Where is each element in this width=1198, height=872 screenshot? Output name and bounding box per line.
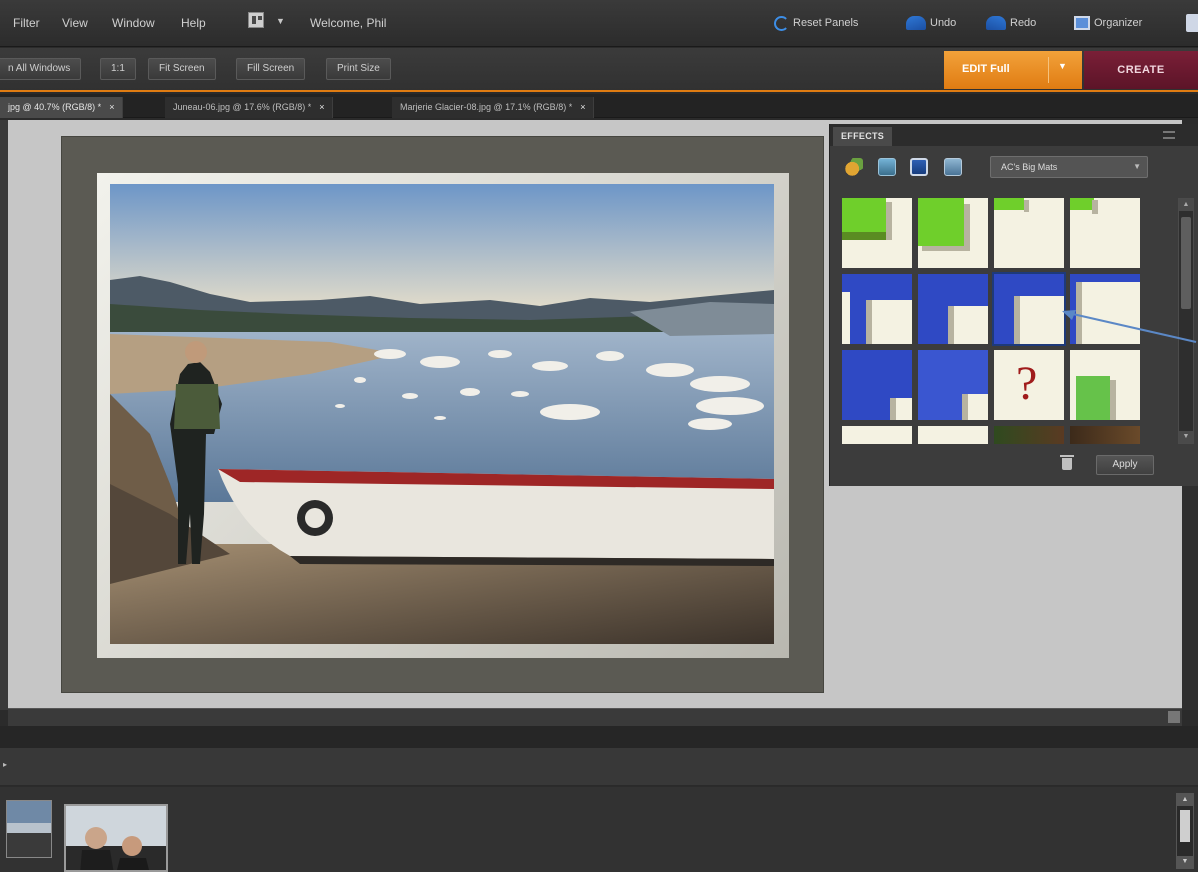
- menu-help[interactable]: Help: [181, 16, 206, 30]
- frames-icon[interactable]: [944, 158, 962, 176]
- menu-bar: Filter View Window Help ▼ Welcome, Phil …: [0, 0, 1198, 47]
- document-photo[interactable]: [110, 184, 774, 644]
- effect-thumbnail[interactable]: [1070, 426, 1140, 444]
- effect-thumbnail[interactable]: [842, 426, 912, 444]
- redo-icon: [986, 16, 1006, 30]
- effect-thumbnail[interactable]: [1070, 350, 1140, 420]
- tools-panel-edge: [0, 120, 8, 710]
- project-bin-header: ▸: [0, 748, 1198, 786]
- home-icon[interactable]: [1186, 14, 1198, 32]
- undo-label: Undo: [930, 17, 957, 29]
- chevron-down-icon: ▼: [1133, 162, 1141, 171]
- welcome-text: Welcome, Phil: [310, 16, 387, 30]
- undo-icon: [906, 16, 926, 30]
- photo-image: [110, 184, 774, 644]
- effect-thumbnail[interactable]: [842, 198, 912, 268]
- trash-icon[interactable]: [1060, 455, 1074, 470]
- scrollbar-thumb[interactable]: [1168, 711, 1180, 723]
- effect-thumbnail-unknown[interactable]: ?: [994, 350, 1064, 420]
- document-tabs: jpg @ 40.7% (RGB/8) * × Juneau-06.jpg @ 1…: [0, 94, 1198, 118]
- reset-panels-button[interactable]: Reset Panels: [774, 13, 858, 33]
- panel-menu-icon[interactable]: [1163, 131, 1175, 139]
- edit-full-label: EDIT Full: [962, 63, 1010, 75]
- bin-thumbnail[interactable]: [64, 804, 168, 872]
- effect-thumbnail[interactable]: [918, 426, 988, 444]
- effects-tab[interactable]: EFFECTS: [833, 127, 893, 146]
- fit-screen-button[interactable]: Fit Screen: [148, 58, 216, 80]
- effect-thumbnail[interactable]: [1070, 198, 1140, 268]
- scrollbar-thumb[interactable]: [1180, 810, 1190, 842]
- annotation-arrow: [1062, 310, 1197, 343]
- create-tab[interactable]: CREATE: [1084, 51, 1198, 89]
- undo-button[interactable]: Undo: [906, 13, 956, 33]
- effects-toolbar: AC's Big Mats ▼: [830, 150, 1198, 186]
- zoom-all-windows-button[interactable]: n All Windows: [0, 58, 82, 80]
- effect-thumbnail[interactable]: [994, 426, 1064, 444]
- status-bar: [0, 726, 1198, 748]
- menu-window[interactable]: Window: [112, 16, 155, 30]
- fill-screen-button[interactable]: Fill Screen: [236, 58, 306, 80]
- organizer-button[interactable]: Organizer: [1074, 13, 1142, 33]
- doc-tab-label: jpg @ 40.7% (RGB/8) *: [8, 102, 102, 112]
- effects-category-value: AC's Big Mats: [1001, 162, 1058, 172]
- redo-button[interactable]: Redo: [986, 13, 1036, 33]
- redo-label: Redo: [1010, 17, 1037, 29]
- menu-view[interactable]: View: [62, 16, 88, 30]
- chevron-right-icon[interactable]: ▸: [3, 760, 7, 769]
- panel-layout-icon[interactable]: [248, 12, 264, 28]
- effects-category-dropdown[interactable]: AC's Big Mats ▼: [990, 156, 1148, 178]
- chevron-down-icon[interactable]: ▼: [276, 16, 285, 26]
- doc-tab[interactable]: Juneau-06.jpg @ 17.6% (RGB/8) * ×: [165, 97, 334, 118]
- effect-thumbnail[interactable]: [918, 198, 988, 268]
- actual-pixels-button[interactable]: 1:1: [100, 58, 136, 80]
- scroll-down-icon[interactable]: ▼: [1177, 856, 1193, 868]
- effect-thumbnail[interactable]: [918, 274, 988, 344]
- scroll-up-icon[interactable]: ▲: [1177, 794, 1193, 806]
- scroll-down-icon[interactable]: ▼: [1179, 431, 1193, 443]
- divider: [1048, 57, 1049, 83]
- close-icon[interactable]: ×: [580, 102, 585, 112]
- filters-icon[interactable]: [845, 158, 863, 176]
- effect-thumbnail[interactable]: [918, 350, 988, 420]
- organizer-icon: [1074, 16, 1090, 30]
- bin-thumbnail[interactable]: [6, 800, 52, 858]
- doc-tab[interactable]: Marjerie Glacier-08.jpg @ 17.1% (RGB/8) …: [392, 97, 595, 118]
- effect-thumbnail[interactable]: [994, 198, 1064, 268]
- effect-thumbnail[interactable]: [842, 274, 912, 344]
- doc-tab-label: Juneau-06.jpg @ 17.6% (RGB/8) *: [173, 102, 312, 112]
- apply-button[interactable]: Apply: [1096, 455, 1154, 475]
- close-icon[interactable]: ×: [109, 102, 114, 112]
- edit-full-button[interactable]: EDIT Full ▼: [944, 51, 1082, 89]
- close-icon[interactable]: ×: [319, 102, 324, 112]
- scroll-up-icon[interactable]: ▲: [1179, 199, 1193, 211]
- question-mark-label: ?: [1016, 357, 1038, 410]
- effect-thumbnail[interactable]: [842, 350, 912, 420]
- menu-filter[interactable]: Filter: [13, 16, 40, 30]
- layer-styles-icon[interactable]: [878, 158, 896, 176]
- photo-effects-icon[interactable]: [910, 158, 928, 176]
- chevron-down-icon[interactable]: ▼: [1058, 61, 1067, 71]
- tool-options-bar: n All Windows 1:1 Fit Screen Fill Screen…: [0, 48, 1198, 92]
- reset-icon: [774, 15, 789, 31]
- print-size-button[interactable]: Print Size: [326, 58, 391, 80]
- doc-tab[interactable]: jpg @ 40.7% (RGB/8) * ×: [0, 97, 124, 118]
- effects-tab-row: EFFECTS: [830, 124, 1198, 146]
- doc-tab-label: Marjerie Glacier-08.jpg @ 17.1% (RGB/8) …: [400, 102, 573, 112]
- reset-panels-label: Reset Panels: [793, 17, 859, 29]
- bin-scrollbar[interactable]: ▲ ▼: [1176, 793, 1194, 869]
- scrollbar-thumb[interactable]: [1181, 217, 1191, 309]
- project-bin: [0, 787, 1198, 872]
- canvas-horizontal-scrollbar[interactable]: [8, 708, 1182, 726]
- panel-bin-scrollbar[interactable]: [1182, 486, 1198, 710]
- organizer-label: Organizer: [1094, 17, 1143, 29]
